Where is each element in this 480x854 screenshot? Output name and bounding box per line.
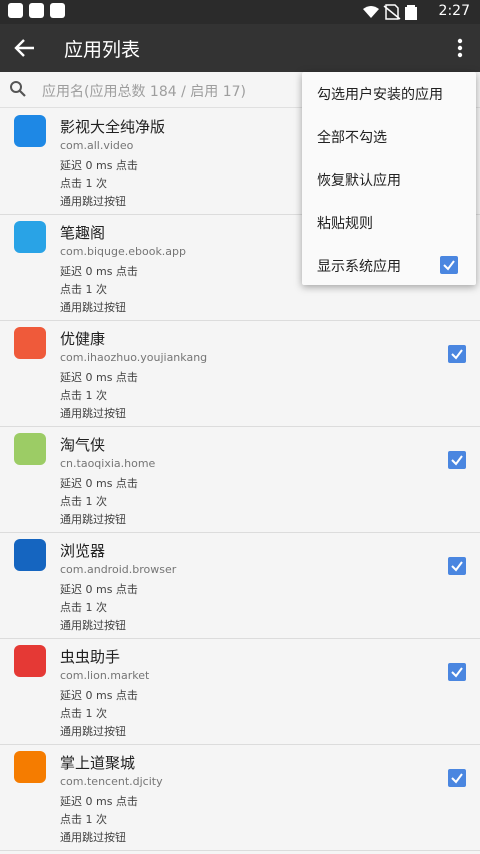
app-click-count: 点击 1 次 — [60, 389, 107, 402]
app-package: cn.taoqixia.home — [60, 457, 156, 470]
more-options-icon[interactable] — [450, 36, 470, 60]
app-rule: 通用跳过按钮 — [60, 407, 126, 420]
app-list-item[interactable]: 虫虫助手 com.lion.market 延迟 0 ms 点击 点击 1 次通用跳过按… — [0, 639, 480, 745]
taoqixia-app-icon — [14, 433, 46, 465]
menu-item-check-user-apps[interactable]: 勾选用户安装的应用 — [317, 84, 443, 104]
menu-item-paste-rules[interactable]: 粘贴规则 — [317, 213, 373, 233]
app-delay: 延迟 0 ms 点击 — [60, 795, 138, 808]
app-enabled-checkbox[interactable] — [448, 769, 466, 787]
app-name: 浏览器 — [60, 542, 106, 560]
app-rule: 通用跳过按钮 — [60, 725, 126, 738]
app-delay: 延迟 0 ms 点击 — [60, 265, 138, 278]
youjiankang-app-icon — [14, 327, 46, 359]
app-rule: 通用跳过按钮 — [60, 301, 126, 314]
app-delay: 延迟 0 ms 点击 — [60, 689, 138, 702]
app-rule: 通用跳过按钮 — [60, 619, 126, 632]
app-package: com.all.video — [60, 139, 134, 152]
wifi-icon — [363, 6, 379, 18]
app-name: 淘气侠 — [60, 436, 106, 454]
menu-item-uncheck-all[interactable]: 全部不勾选 — [317, 127, 387, 147]
battery-icon — [405, 5, 417, 20]
app-click-count: 点击 1 次 — [60, 283, 107, 296]
app-rule: 通用跳过按钮 — [60, 831, 126, 844]
notification-icon — [29, 3, 44, 18]
app-enabled-checkbox[interactable] — [448, 451, 466, 469]
overflow-menu: 勾选用户安装的应用 全部不勾选 恢复默认应用 粘贴规则 显示系统应用 — [302, 72, 476, 285]
yingshi-app-icon — [14, 115, 46, 147]
status-bar: 2:27 — [0, 0, 480, 24]
app-package: com.ihaozhuo.youjiankang — [60, 351, 208, 364]
search-input[interactable]: 应用名(应用总数 184 / 启用 17) — [42, 81, 246, 101]
biquge-app-icon — [14, 221, 46, 253]
app-enabled-checkbox[interactable] — [448, 663, 466, 681]
app-delay: 延迟 0 ms 点击 — [60, 477, 138, 490]
app-package: com.tencent.djcity — [60, 775, 163, 788]
app-name: 优健康 — [60, 330, 106, 348]
app-rule: 通用跳过按钮 — [60, 195, 126, 208]
app-name: 笔趣阁 — [60, 224, 106, 242]
page-title: 应用列表 — [64, 39, 141, 61]
app-list-item[interactable]: 掌上道聚城 com.tencent.djcity 延迟 0 ms 点击 点击 1 次通… — [0, 745, 480, 851]
app-package: com.android.browser — [60, 563, 177, 576]
app-click-count: 点击 1 次 — [60, 707, 107, 720]
app-click-count: 点击 1 次 — [60, 601, 107, 614]
app-delay: 延迟 0 ms 点击 — [60, 159, 138, 172]
search-icon — [10, 81, 26, 97]
app-click-count: 点击 1 次 — [60, 813, 107, 826]
app-name: 虫虫助手 — [60, 648, 121, 666]
app-delay: 延迟 0 ms 点击 — [60, 371, 138, 384]
show-system-apps-checkbox[interactable] — [440, 256, 458, 274]
system-icons — [363, 4, 417, 20]
app-delay: 延迟 0 ms 点击 — [60, 583, 138, 596]
app-enabled-checkbox[interactable] — [448, 557, 466, 575]
status-time: 2:27 — [438, 3, 470, 19]
back-arrow-icon[interactable] — [12, 36, 38, 60]
menu-item-restore-defaults[interactable]: 恢复默认应用 — [317, 170, 401, 190]
chongchong-app-icon — [14, 645, 46, 677]
app-list-item[interactable]: 浏览器 com.android.browser 延迟 0 ms 点击 点击 1 次通用… — [0, 533, 480, 639]
app-rule: 通用跳过按钮 — [60, 513, 126, 526]
no-sim-icon — [383, 4, 401, 20]
app-bar: 应用列表 — [0, 24, 480, 72]
app-list-item[interactable]: 淘气侠 cn.taoqixia.home 延迟 0 ms 点击 点击 1 次通用跳过按… — [0, 427, 480, 533]
app-click-count: 点击 1 次 — [60, 177, 107, 190]
app-click-count: 点击 1 次 — [60, 495, 107, 508]
app-name: 掌上道聚城 — [60, 754, 136, 772]
browser-app-icon — [14, 539, 46, 571]
notification-icon — [50, 3, 65, 18]
app-package: com.lion.market — [60, 669, 150, 682]
app-name: 影视大全纯净版 — [60, 118, 166, 136]
app-list-item[interactable]: 优健康 com.ihaozhuo.youjiankang 延迟 0 ms 点击 点击 … — [0, 321, 480, 427]
djcity-app-icon — [14, 751, 46, 783]
notification-icon — [8, 3, 23, 18]
menu-item-show-system-apps[interactable]: 显示系统应用 — [317, 256, 401, 276]
app-package: com.biquge.ebook.app — [60, 245, 187, 258]
app-enabled-checkbox[interactable] — [448, 345, 466, 363]
